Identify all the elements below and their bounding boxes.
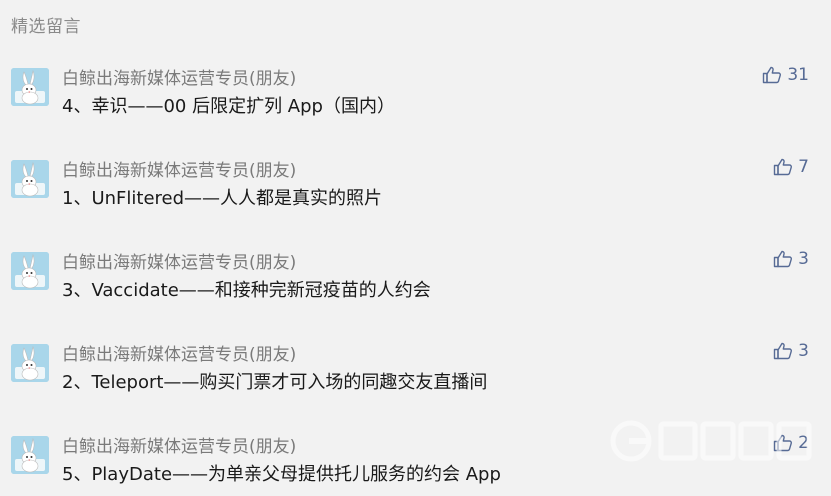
like-button[interactable]: 3 bbox=[773, 340, 809, 362]
like-count: 7 bbox=[798, 157, 809, 177]
comment-text: 2、Teleport——购买门票才可入场的同趣交友直播间 bbox=[62, 372, 488, 393]
rabbit-avatar-icon[interactable] bbox=[11, 68, 49, 106]
rabbit-avatar-icon[interactable] bbox=[11, 436, 49, 474]
rabbit-avatar-icon[interactable] bbox=[11, 252, 49, 290]
comment-author: 白鲸出海新媒体运营专员(朋友) bbox=[62, 161, 297, 181]
comment-author: 白鲸出海新媒体运营专员(朋友) bbox=[62, 69, 297, 89]
comment-author: 白鲸出海新媒体运营专员(朋友) bbox=[62, 345, 297, 365]
section-title: 精选留言 bbox=[11, 17, 81, 37]
rabbit-avatar-icon[interactable] bbox=[11, 160, 49, 198]
thumbs-up-icon bbox=[762, 65, 782, 85]
watermark-logo bbox=[606, 416, 816, 466]
comment-text: 3、Vaccidate——和接种完新冠疫苗的人约会 bbox=[62, 280, 431, 301]
rabbit-avatar-icon[interactable] bbox=[11, 344, 49, 382]
comments-page: 精选留言 白鲸出海新媒体运营专员(朋友) 4、幸识——00 后限定扩列 App（… bbox=[0, 0, 831, 496]
like-count: 31 bbox=[787, 65, 809, 85]
comment-item: 白鲸出海新媒体运营专员(朋友) 3、Vaccidate——和接种完新冠疫苗的人约… bbox=[0, 249, 831, 322]
comment-item: 白鲸出海新媒体运营专员(朋友) 1、UnFlitered——人人都是真实的照片 … bbox=[0, 157, 831, 230]
like-button[interactable]: 3 bbox=[773, 248, 809, 270]
comment-text: 1、UnFlitered——人人都是真实的照片 bbox=[62, 188, 383, 209]
comment-item: 白鲸出海新媒体运营专员(朋友) 4、幸识——00 后限定扩列 App（国内） 3… bbox=[0, 65, 831, 138]
thumbs-up-icon bbox=[773, 249, 793, 269]
comment-text: 4、幸识——00 后限定扩列 App（国内） bbox=[62, 96, 395, 117]
comment-text: 5、PlayDate——为单亲父母提供托儿服务的约会 App bbox=[62, 464, 501, 485]
comment-author: 白鲸出海新媒体运营专员(朋友) bbox=[62, 437, 297, 457]
like-count: 3 bbox=[798, 341, 809, 361]
like-button[interactable]: 7 bbox=[773, 156, 809, 178]
thumbs-up-icon bbox=[773, 157, 793, 177]
like-count: 3 bbox=[798, 249, 809, 269]
comment-item: 白鲸出海新媒体运营专员(朋友) 2、Teleport——购买门票才可入场的同趣交… bbox=[0, 341, 831, 414]
thumbs-up-icon bbox=[773, 341, 793, 361]
like-button[interactable]: 31 bbox=[762, 64, 809, 86]
comment-author: 白鲸出海新媒体运营专员(朋友) bbox=[62, 253, 297, 273]
